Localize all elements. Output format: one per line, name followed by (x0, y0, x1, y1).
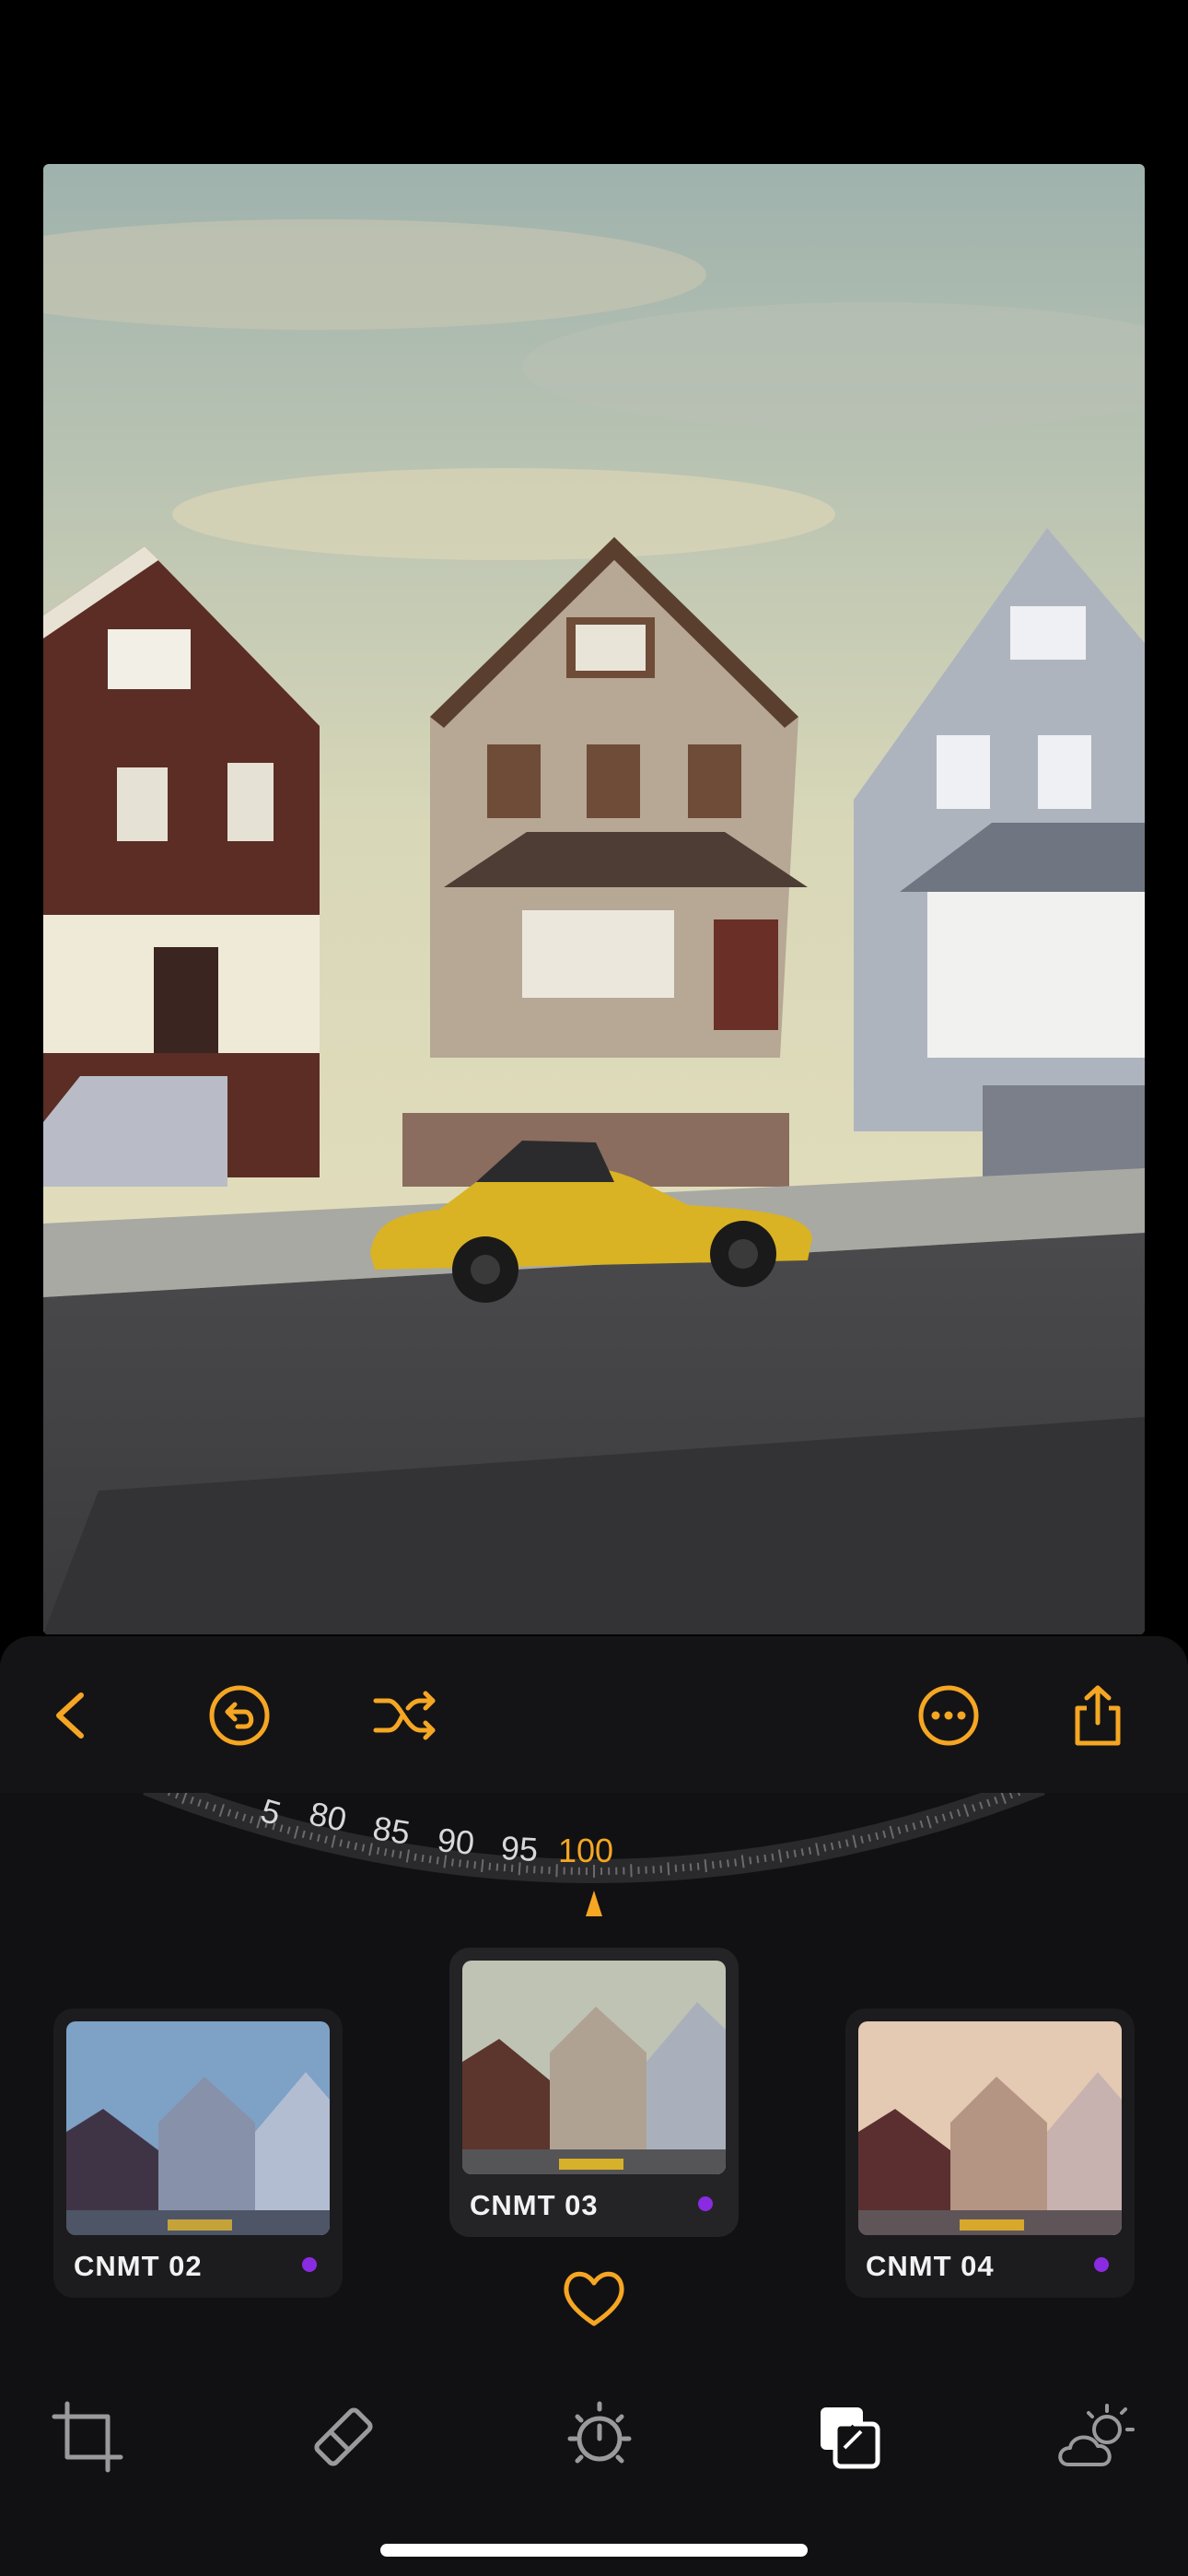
dial-tick (481, 1858, 484, 1873)
preset-thumbnail (462, 1961, 726, 2174)
dial-tick (711, 1861, 715, 1869)
back-button[interactable] (35, 1679, 109, 1752)
more-button[interactable] (912, 1679, 985, 1752)
preset-card-cnmt-03[interactable]: CNMT 03 (449, 1948, 739, 2237)
preset-indicator-dot (698, 2196, 713, 2211)
dial-tick (495, 1863, 499, 1871)
dial-tick (488, 1862, 492, 1870)
eraser-tool-button[interactable] (302, 2395, 385, 2478)
dial-tick (763, 1854, 767, 1863)
preset-name: CNMT 03 (470, 2189, 599, 2221)
adjust-icon (567, 2401, 632, 2464)
preset-indicator-dot (302, 2257, 317, 2272)
preset-card-cnmt-02[interactable]: CNMT 02 (53, 2008, 343, 2298)
dial-label-80: 80 (306, 1794, 350, 1839)
heart-icon (564, 2271, 624, 2326)
favorite-button[interactable] (560, 2266, 628, 2331)
dial-label-90: 90 (436, 1821, 477, 1862)
dial-tick (696, 1862, 700, 1870)
chevron-left-icon (56, 1692, 84, 1739)
adjust-tool-button[interactable] (558, 2395, 641, 2478)
dial-tick (413, 1853, 417, 1861)
dial-tick (749, 1856, 752, 1865)
dial-label-95: 95 (499, 1828, 540, 1869)
dial-tick (771, 1853, 775, 1861)
dial-tick (391, 1849, 395, 1857)
dial-tick (681, 1864, 685, 1872)
preset-thumbnail (858, 2021, 1122, 2235)
preset-thumbnail (66, 2021, 330, 2235)
dial-tick (800, 1848, 805, 1856)
undo-button[interactable] (203, 1679, 276, 1752)
dial-tick (793, 1849, 797, 1857)
crop-icon (52, 2401, 123, 2473)
dial-pointer (586, 1891, 602, 1916)
shuffle-icon (373, 1691, 436, 1740)
dial-tick (718, 1860, 722, 1868)
share-icon (1075, 1685, 1121, 1746)
home-indicator[interactable] (380, 2544, 808, 2557)
filters-tool-button[interactable] (807, 2395, 890, 2478)
top-toolbar (0, 1636, 1188, 1793)
filters-icon (821, 2407, 880, 2469)
more-icon (918, 1685, 979, 1746)
preset-indicator-dot (1094, 2257, 1109, 2272)
shuffle-button[interactable] (368, 1679, 442, 1752)
dial-tick (428, 1856, 432, 1864)
weather-tool-button[interactable] (1055, 2395, 1138, 2478)
preset-card-cnmt-04[interactable]: CNMT 04 (845, 2008, 1135, 2298)
dial-label-85: 85 (370, 1809, 413, 1852)
dial-label-selected: 100 (558, 1832, 614, 1869)
undo-icon (209, 1685, 270, 1746)
weather-icon (1058, 2404, 1135, 2466)
preset-name: CNMT 04 (866, 2250, 995, 2282)
dial-tick (421, 1854, 425, 1863)
dial-tick (756, 1856, 760, 1864)
dial-tick (667, 1862, 670, 1876)
preset-name: CNMT 02 (74, 2250, 203, 2282)
dial-tick (689, 1863, 693, 1871)
eraser-icon (314, 2407, 373, 2466)
dial-tick (473, 1861, 477, 1869)
dial-tick (786, 1851, 789, 1859)
dial-tick (734, 1858, 738, 1867)
dial-tick (674, 1864, 678, 1872)
share-button[interactable] (1061, 1679, 1135, 1752)
crop-tool-button[interactable] (46, 2395, 129, 2478)
dial-tick (399, 1851, 402, 1859)
edited-photo[interactable] (43, 164, 1145, 1634)
dial-tick (704, 1858, 707, 1873)
dial-tick (383, 1848, 388, 1856)
